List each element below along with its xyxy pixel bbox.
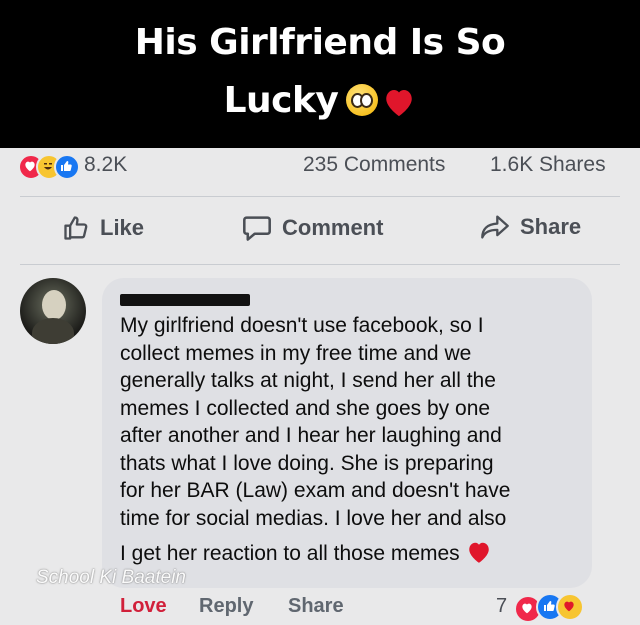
post-stats-row: 8.2K 235 Comments 1.6K Shares — [0, 148, 640, 184]
like-button[interactable]: Like — [62, 214, 144, 242]
share-button[interactable]: Share — [480, 214, 581, 240]
post-actions-bar: Like Comment Share — [0, 198, 640, 262]
comment-bubble: My girlfriend doesn't use facebook, so I… — [102, 278, 592, 588]
comment-icon — [243, 216, 271, 241]
comment-button[interactable]: Comment — [242, 214, 383, 242]
banner-title-line1: His Girlfriend Is So — [134, 22, 506, 63]
comment-last-line: I get her reaction to all those memes — [120, 540, 492, 566]
banner-title-line2: Lucky — [0, 72, 640, 130]
like-label: Like — [100, 215, 145, 240]
commenter-avatar[interactable] — [20, 278, 86, 344]
comments-count[interactable]: 235 Comments — [303, 153, 445, 177]
comment-line: collect memes in my free time and we — [120, 341, 472, 365]
comment-reaction-count[interactable]: 7 — [496, 595, 507, 618]
comment-footer: Love Reply Share 7 — [0, 590, 640, 625]
divider-bottom — [20, 264, 620, 265]
avatar-body — [32, 318, 74, 344]
divider-top — [20, 196, 620, 197]
share-label: Share — [520, 214, 582, 239]
reply-link[interactable]: Reply — [199, 595, 253, 618]
red-heart-icon — [386, 89, 413, 117]
redacted-author-name[interactable] — [120, 294, 250, 306]
share-arrow-icon — [481, 215, 509, 239]
comment-last-line-text: I get her reaction to all those memes — [120, 542, 460, 565]
comment-line: generally talks at night, I send her all… — [120, 369, 496, 392]
comment-line: for her BAR (Law) exam and doesn't have — [120, 479, 511, 502]
banner-title: His Girlfriend Is So Lucky — [0, 14, 640, 130]
love-link[interactable]: Love — [120, 595, 167, 618]
comment-line: after another and I hear her laughing an… — [120, 424, 502, 447]
reactions-count[interactable]: 8.2K — [84, 153, 127, 177]
care-icon — [556, 593, 584, 621]
share-link[interactable]: Share — [288, 595, 344, 618]
comment-line: My girlfriend doesn't use facebook, so I — [120, 314, 484, 337]
thumbs-up-icon — [64, 216, 88, 240]
comment-line: time for social medias. I love her and a… — [120, 506, 507, 530]
comment-line: thats what I love doing. She is preparin… — [120, 451, 494, 475]
banner-title-line2-text: Lucky — [223, 80, 339, 121]
avatar-face — [42, 290, 66, 320]
comment-text: My girlfriend doesn't use facebook, so I… — [120, 312, 590, 532]
comment-line: memes I collected and she goes by one — [120, 396, 491, 420]
watermark: School Ki Baatein — [36, 567, 186, 588]
title-banner: His Girlfriend Is So Lucky — [0, 0, 640, 148]
like-icon — [54, 154, 80, 180]
shares-count[interactable]: 1.6K Shares — [490, 153, 606, 177]
pleading-face-icon — [346, 84, 379, 116]
red-heart-icon — [468, 542, 489, 563]
comment-label: Comment — [282, 215, 384, 240]
